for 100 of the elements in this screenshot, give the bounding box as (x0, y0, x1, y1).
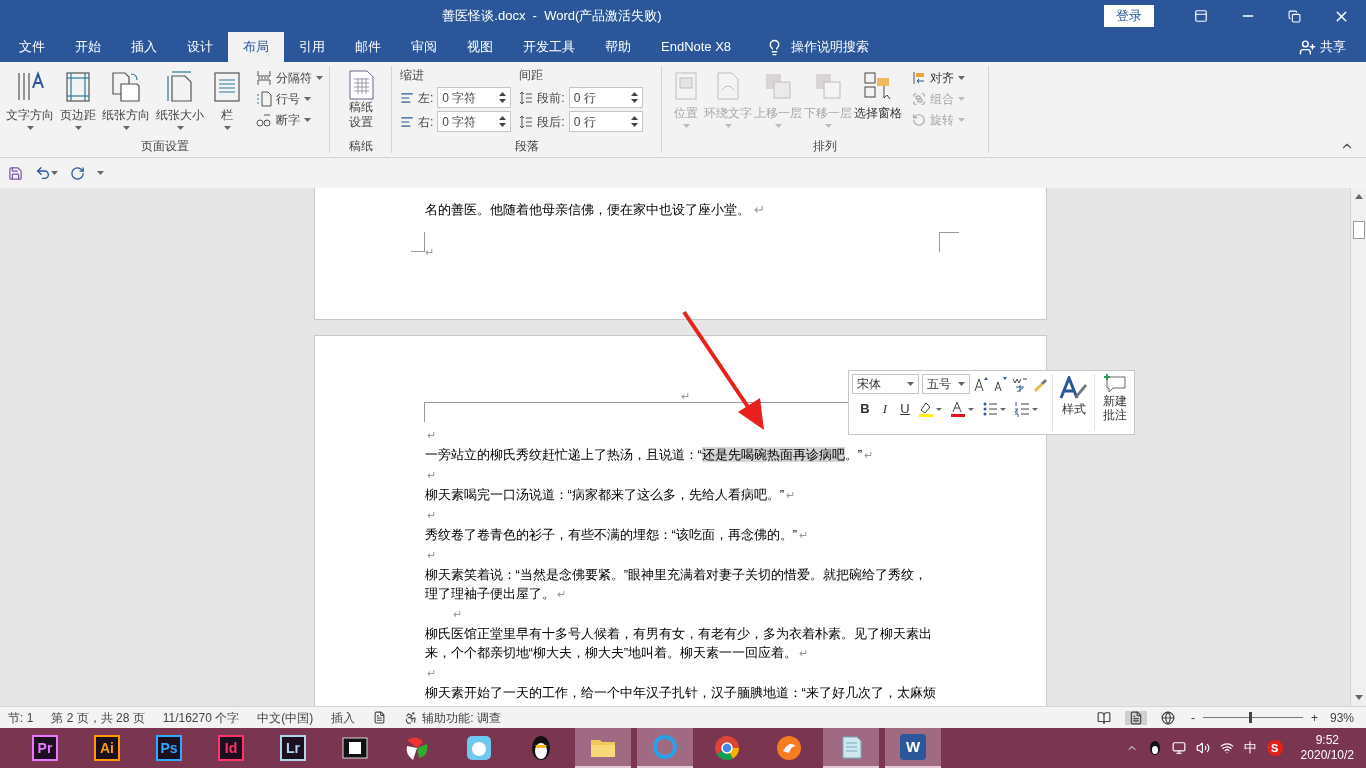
ribbon-button[interactable]: 页边距 (58, 66, 98, 137)
ribbon-button[interactable]: 文字方向 (4, 66, 56, 137)
numbering-icon[interactable] (1014, 400, 1040, 417)
styles-button[interactable]: 样式 (1057, 374, 1091, 431)
penguin-icon[interactable] (1147, 740, 1162, 756)
spin-arrows-icon (499, 91, 507, 104)
ribbon-button[interactable]: 分隔符 (256, 69, 323, 87)
read-mode-icon[interactable] (1096, 710, 1111, 725)
signal-icon[interactable] (1219, 741, 1234, 755)
taskbar-app[interactable]: Id (203, 728, 259, 768)
login-button[interactable]: 登录 (1104, 5, 1154, 27)
film-strip-icon (341, 734, 369, 762)
caret-icon (682, 124, 690, 128)
caret-icon (122, 126, 130, 130)
person-icon (1299, 38, 1316, 56)
ribbon-tab[interactable]: 文件 (4, 32, 60, 62)
font-color-icon[interactable] (950, 400, 976, 417)
ribbon-button[interactable]: 纸张大小 (154, 66, 206, 137)
volume-icon[interactable] (1195, 741, 1210, 755)
zoom-level[interactable]: 93% (1329, 708, 1354, 727)
bullets-icon[interactable] (982, 400, 1008, 417)
print-layout-button[interactable] (1124, 710, 1147, 725)
status-item: 中文(中国) (257, 709, 314, 727)
input-method-logo[interactable]: S (1266, 740, 1283, 756)
grow-font-icon[interactable] (973, 376, 989, 392)
ribbon-button[interactable]: 行号 (256, 90, 323, 108)
spin-field[interactable]: 0 行 (568, 87, 643, 108)
ribbon-tab[interactable]: 审阅 (396, 32, 452, 62)
zoom-in-button[interactable]: + (1310, 708, 1318, 727)
ribbon-tab[interactable]: 开始 (60, 32, 116, 62)
underline-button[interactable]: U (898, 399, 912, 419)
zoom-slider[interactable] (1202, 712, 1303, 723)
accessibility-status[interactable]: 辅助功能: 调查 (422, 708, 501, 727)
section-label: 缩进 (400, 67, 425, 84)
caret-icon (74, 126, 82, 130)
input-method[interactable]: 中 (1243, 738, 1257, 758)
restore-icon[interactable] (1288, 9, 1301, 23)
font-size-dropdown[interactable]: 五号 (922, 374, 970, 394)
group-label: 稿纸 (348, 138, 373, 153)
ribbon-tab[interactable]: 设计 (172, 32, 228, 62)
redo-icon[interactable] (70, 165, 85, 181)
ribbon-tab[interactable]: 开发工具 (508, 32, 590, 62)
paragraph-mark: ↵ (425, 428, 436, 443)
status-item[interactable]: 插入 (331, 708, 356, 727)
field-label: 右: (418, 113, 434, 131)
ribbon-display-icon[interactable] (1194, 9, 1208, 23)
paragraph-text: 柳氏医馆正堂里早有十多号人候着，有男有女，有老有少，多为衣着朴素。见了柳天素出来，个个都亲切地“柳大夫，柳大夫”地叫着。柳天素一一回应着。↵ (424, 625, 933, 662)
ribbon-tab[interactable]: 布局 (228, 32, 284, 62)
ribbon-button[interactable]: 对齐 (912, 69, 965, 87)
format-painter-icon[interactable] (1032, 376, 1048, 392)
scroll-up-icon[interactable] (1354, 194, 1363, 199)
ribbon-tab[interactable]: 插入 (116, 32, 172, 62)
tell-me-search[interactable]: 操作说明搜索 (791, 37, 870, 57)
caret-icon (51, 171, 58, 175)
paragraph-text: 柳天素笑着说：“当然是念佛要紧。”眼神里充满着对妻子关切的惜爱。就把碗给了秀纹，理了理袖子便出屋了。↵ (424, 566, 929, 603)
spin-field[interactable]: 0 字符 (437, 111, 512, 132)
ribbon-tab[interactable]: 引用 (284, 32, 340, 62)
scroll-down-icon[interactable] (1354, 695, 1363, 700)
ribbon-tab[interactable]: 邮件 (340, 32, 396, 62)
styles-icon (1058, 376, 1089, 400)
phonetic-icon[interactable] (1011, 375, 1029, 393)
field-label: 段前: (537, 89, 565, 107)
clock[interactable]: 9:52 2020/10/2 (1300, 733, 1354, 763)
ribbon-tab[interactable]: 视图 (452, 32, 508, 62)
spin-field[interactable]: 0 行 (568, 111, 643, 132)
page-break-icon (256, 70, 272, 86)
ribbon-button[interactable]: 选择窗格 (854, 66, 902, 137)
web-layout-icon[interactable] (1160, 710, 1175, 725)
highlight-icon[interactable] (918, 400, 944, 417)
spin-field[interactable]: 0 字符 (437, 87, 512, 108)
taskbar-app[interactable]: W (885, 728, 941, 768)
save-icon[interactable] (8, 165, 23, 181)
undo-icon[interactable] (35, 165, 51, 181)
ribbon-button[interactable]: 断字 (256, 111, 323, 129)
bold-button[interactable]: B (858, 399, 872, 419)
paragraph-mark: ↵ (425, 666, 436, 681)
paragraph-text: 柳天素开始了一天的工作，给一个中年汉子扎针，汉子腼腆地道：“来了好几次了，太麻烦 (424, 684, 936, 702)
ribbon-button[interactable]: 稿纸 设置 (330, 66, 391, 137)
taskbar-app[interactable]: Lr (265, 728, 321, 768)
macro-icon[interactable] (373, 711, 387, 724)
zoom-out-button[interactable]: - (1190, 708, 1195, 727)
share-button[interactable]: 共享 (1320, 37, 1346, 57)
section-label: 间距 (519, 67, 545, 84)
ribbon-tab[interactable]: 帮助 (590, 32, 646, 62)
taskbar-app[interactable]: Pr (17, 728, 73, 768)
ribbon-button[interactable]: 栏 (208, 66, 246, 137)
ribbon-button[interactable]: 纸张方向 (100, 66, 152, 137)
italic-button[interactable]: I (878, 399, 892, 419)
ribbon-tab[interactable]: EndNote X8 (646, 32, 747, 62)
taskbar-app[interactable]: Ps (141, 728, 197, 768)
network-icon[interactable] (1171, 741, 1186, 755)
ring-icon (651, 733, 679, 761)
taskbar-app[interactable]: Ai (79, 728, 135, 768)
spacing-after-icon (519, 114, 534, 129)
scrollbar-thumb[interactable] (1352, 221, 1365, 239)
font-dropdown[interactable]: 宋体 (852, 374, 919, 394)
new-comment-button[interactable]: 新建 批注 (1099, 374, 1131, 431)
shrink-font-icon[interactable] (992, 376, 1008, 392)
accessibility-icon[interactable] (404, 710, 419, 725)
zoom-thumb[interactable] (1248, 712, 1252, 723)
